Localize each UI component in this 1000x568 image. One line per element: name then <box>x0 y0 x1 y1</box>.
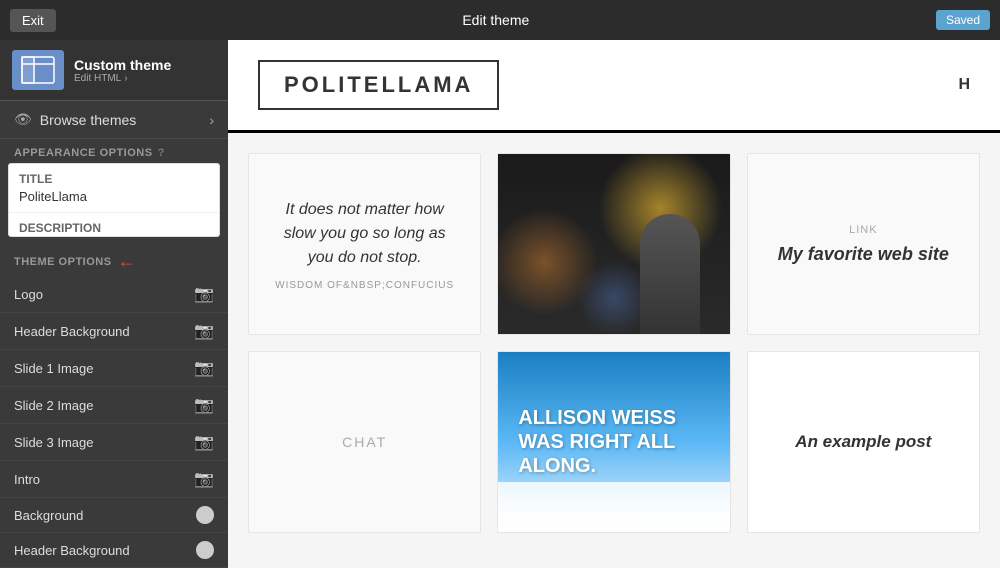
title-value[interactable]: PoliteLlama <box>19 189 209 204</box>
logo-label: Logo <box>14 287 43 302</box>
quote-source: WISDOM OF&NBSP;CONFUCIUS <box>275 280 454 291</box>
header-bg-upload-icon[interactable]: 📷 <box>194 321 214 341</box>
exit-button[interactable]: Exit <box>10 9 56 32</box>
intro-upload-icon[interactable]: 📷 <box>194 469 214 489</box>
intro-label: Intro <box>14 472 40 487</box>
post-card-example: An example post <box>747 351 980 533</box>
background-label: Background <box>14 508 83 523</box>
slide3-label: Slide 3 Image <box>14 435 94 450</box>
slide1-option[interactable]: Slide 1 Image 📷 <box>0 350 228 387</box>
logo-upload-icon[interactable]: 📷 <box>194 284 214 304</box>
browse-themes-row[interactable]: 👁 Browse themes › <box>0 101 228 139</box>
link-label: LINK <box>849 224 877 236</box>
theme-options-label: THEME OPTIONS <box>14 256 112 268</box>
header-bg-option[interactable]: Header Background 📷 <box>0 313 228 350</box>
appearance-options-panel: Title PoliteLlama Description Avatar ✏ <box>8 163 220 237</box>
example-title: An example post <box>795 432 931 452</box>
post-card-allison: ALLISON WEISS WAS RIGHT ALL ALONG. <box>497 351 730 533</box>
quote-text: It does not matter how slow you go so lo… <box>269 198 460 270</box>
header-right: H <box>958 76 970 94</box>
allison-content: ALLISON WEISS WAS RIGHT ALL ALONG. <box>498 352 729 532</box>
appearance-section-header: APPEARANCE OPTIONS ? <box>0 139 228 163</box>
post-card-link: LINK My favorite web site <box>747 153 980 335</box>
description-label: Description <box>19 221 209 235</box>
eye-icon: 👁 <box>14 111 32 128</box>
edit-html-link[interactable]: Edit HTML › <box>74 73 171 84</box>
slide2-option[interactable]: Slide 2 Image 📷 <box>0 387 228 424</box>
title-option: Title PoliteLlama <box>9 164 219 213</box>
custom-theme-icon <box>12 50 64 90</box>
background-toggle[interactable] <box>196 506 214 524</box>
top-bar: Exit Edit theme Saved <box>0 0 1000 40</box>
sidebar: Custom theme Edit HTML › 👁 Browse themes… <box>0 40 228 568</box>
slide2-upload-icon[interactable]: 📷 <box>194 395 214 415</box>
blog-header: POLITELLAMA H <box>228 40 1000 133</box>
custom-theme-section[interactable]: Custom theme Edit HTML › <box>0 40 228 101</box>
photo-person <box>640 214 700 334</box>
slide1-upload-icon[interactable]: 📷 <box>194 358 214 378</box>
header-bg2-label: Header Background <box>14 543 130 558</box>
post-card-chat: CHAT <box>248 351 481 533</box>
chat-label: CHAT <box>342 434 387 450</box>
red-arrow-inline: ← <box>118 251 136 272</box>
description-option: Description <box>9 213 219 237</box>
slide1-label: Slide 1 Image <box>14 361 94 376</box>
custom-theme-text: Custom theme Edit HTML › <box>74 57 171 84</box>
theme-options-header: THEME OPTIONS ← <box>0 243 228 276</box>
saved-badge: Saved <box>936 10 990 30</box>
photo-placeholder <box>498 154 729 334</box>
link-title: My favorite web site <box>778 244 949 265</box>
intro-option[interactable]: Intro 📷 <box>0 461 228 498</box>
blog-logo: POLITELLAMA <box>258 60 499 110</box>
post-card-quote: It does not matter how slow you go so lo… <box>248 153 481 335</box>
main-layout: Custom theme Edit HTML › 👁 Browse themes… <box>0 40 1000 568</box>
header-bg2-option[interactable]: Header Background <box>0 533 228 568</box>
logo-option[interactable]: Logo 📷 <box>0 276 228 313</box>
browse-themes-label: Browse themes <box>40 112 210 128</box>
slide3-option[interactable]: Slide 3 Image 📷 <box>0 424 228 461</box>
custom-theme-label: Custom theme <box>74 57 171 73</box>
browse-themes-chevron: › <box>209 112 214 128</box>
header-bg-toggle[interactable] <box>196 541 214 559</box>
header-bg-label: Header Background <box>14 324 130 339</box>
page-title: Edit theme <box>66 12 926 28</box>
slide2-label: Slide 2 Image <box>14 398 94 413</box>
post-card-photo <box>497 153 730 335</box>
help-icon[interactable]: ? <box>158 147 165 159</box>
content-area: POLITELLAMA H It does not matter how slo… <box>228 40 1000 568</box>
allison-bottom <box>498 482 729 532</box>
background-option[interactable]: Background <box>0 498 228 533</box>
slide3-upload-icon[interactable]: 📷 <box>194 432 214 452</box>
title-label: Title <box>19 172 209 186</box>
posts-grid: It does not matter how slow you go so lo… <box>228 133 1000 553</box>
